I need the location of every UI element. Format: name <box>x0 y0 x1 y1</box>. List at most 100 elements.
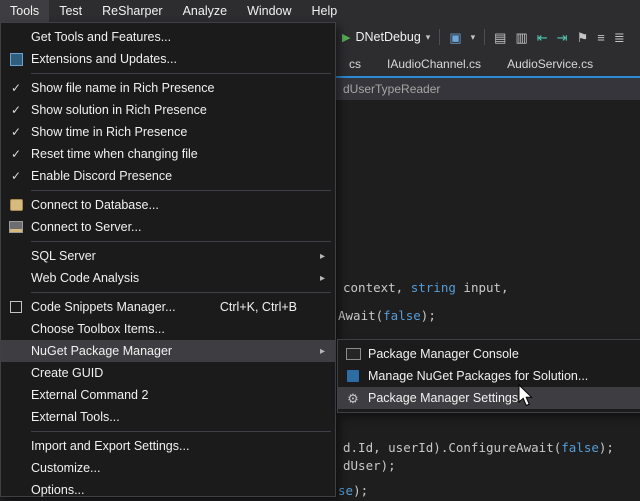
chevron-down-icon[interactable]: ▾ <box>471 32 476 43</box>
code-line: Await(false); <box>338 308 436 323</box>
menu-item-sql-server[interactable]: SQL Server ▸ <box>1 245 335 267</box>
menu-item-label: Extensions and Updates... <box>31 52 177 66</box>
nuget-submenu: Package Manager Console Manage NuGet Pac… <box>337 339 640 413</box>
snippets-icon <box>10 301 22 313</box>
menu-item-label: Show solution in Rich Presence <box>31 103 207 117</box>
menu-item-label: Choose Toolbox Items... <box>31 322 165 336</box>
menu-item-show-file-name[interactable]: ✓ Show file name in Rich Presence <box>1 77 335 99</box>
menu-item-label: External Command 2 <box>31 388 148 402</box>
code-line: d.Id, userId).ConfigureAwait(false); <box>343 440 614 455</box>
submenu-item-package-manager-settings[interactable]: ⚙ Package Manager Settings <box>338 387 640 409</box>
menu-item-label: Connect to Server... <box>31 220 141 234</box>
play-icon: ▶ <box>342 31 350 44</box>
menu-item-import-export-settings[interactable]: Import and Export Settings... <box>1 435 335 457</box>
menu-gutter <box>1 53 31 66</box>
menu-item-label: Create GUID <box>31 366 103 380</box>
menu-item-label: Enable Discord Presence <box>31 169 172 183</box>
checkmark-icon: ✓ <box>1 169 31 183</box>
toolbar: ▶ DNetDebug ▾ ▣ ▾ ▤ ▥ ⇤ ⇥ ⚑ ≡ ≣ <box>336 22 640 52</box>
tab-strip: cs IAudioChannel.cs AudioService.cs <box>336 52 640 78</box>
menu-separator <box>31 73 331 74</box>
extensions-icon <box>10 53 23 66</box>
code-line: context, string input, <box>343 280 509 295</box>
menu-item-code-snippets-manager[interactable]: Code Snippets Manager... Ctrl+K, Ctrl+B <box>1 296 335 318</box>
editor-pane: ▶ DNetDebug ▾ ▣ ▾ ▤ ▥ ⇤ ⇥ ⚑ ≡ ≣ cs IAudi… <box>336 22 640 497</box>
code-line: dUser); <box>343 458 396 473</box>
menu-item-label: Web Code Analysis <box>31 271 139 285</box>
task-list-icon[interactable]: ≡ <box>597 31 605 44</box>
menu-item-enable-discord-presence[interactable]: ✓ Enable Discord Presence <box>1 165 335 187</box>
copy-file-icon[interactable]: ▤ <box>494 31 506 44</box>
menu-gutter <box>338 348 368 360</box>
menubar: Tools Test ReSharper Analyze Window Help <box>0 0 640 22</box>
menubar-item-test[interactable]: Test <box>49 0 92 22</box>
menu-item-connect-to-server[interactable]: Connect to Server... <box>1 216 335 238</box>
code-line: se); <box>338 483 368 498</box>
error-list-icon[interactable]: ≣ <box>614 31 625 44</box>
submenu-item-package-manager-console[interactable]: Package Manager Console <box>338 343 640 365</box>
menu-item-label: External Tools... <box>31 410 120 424</box>
tab-audioservice[interactable]: AudioService.cs <box>494 52 606 76</box>
menubar-item-tools[interactable]: Tools <box>0 0 49 22</box>
menu-item-reset-time[interactable]: ✓ Reset time when changing file <box>1 143 335 165</box>
indent-out-icon[interactable]: ⇤ <box>537 31 548 44</box>
menu-separator <box>31 190 331 191</box>
database-icon <box>10 199 23 211</box>
gear-icon: ⚙ <box>347 392 359 405</box>
save-all-icon[interactable]: ▥ <box>515 31 527 44</box>
menu-gutter <box>1 199 31 211</box>
menu-item-web-code-analysis[interactable]: Web Code Analysis ▸ <box>1 267 335 289</box>
tab-iaudiochannel[interactable]: IAudioChannel.cs <box>374 52 494 76</box>
menu-item-label: Import and Export Settings... <box>31 439 189 453</box>
menu-item-create-guid[interactable]: Create GUID <box>1 362 335 384</box>
submenu-item-manage-nuget-packages[interactable]: Manage NuGet Packages for Solution... <box>338 365 640 387</box>
indent-in-icon[interactable]: ⇥ <box>557 31 568 44</box>
menu-gutter <box>338 370 368 382</box>
menu-item-label: NuGet Package Manager <box>31 344 172 358</box>
menu-item-label: Customize... <box>31 461 100 475</box>
menu-item-label: Show time in Rich Presence <box>31 125 187 139</box>
toolbar-separator <box>439 29 440 45</box>
menu-item-extensions-and-updates[interactable]: Extensions and Updates... <box>1 48 335 70</box>
attach-icon[interactable]: ▣ <box>449 31 461 44</box>
navigation-bar[interactable]: dUserTypeReader <box>336 78 640 100</box>
packages-icon <box>347 370 359 382</box>
menu-item-shortcut: Ctrl+K, Ctrl+B <box>220 300 335 314</box>
menu-item-external-command-2[interactable]: External Command 2 <box>1 384 335 406</box>
menubar-item-window[interactable]: Window <box>237 0 301 22</box>
menu-item-connect-to-database[interactable]: Connect to Database... <box>1 194 335 216</box>
menu-item-customize[interactable]: Customize... <box>1 457 335 479</box>
checkmark-icon: ✓ <box>1 147 31 161</box>
menu-item-get-tools-and-features[interactable]: Get Tools and Features... <box>1 26 335 48</box>
menu-item-label: Package Manager Settings <box>368 391 518 405</box>
toolbar-separator <box>484 29 485 45</box>
menu-item-options[interactable]: Options... <box>1 479 335 501</box>
menubar-item-resharper[interactable]: ReSharper <box>92 0 172 22</box>
menu-item-show-time[interactable]: ✓ Show time in Rich Presence <box>1 121 335 143</box>
console-icon <box>346 348 361 360</box>
chevron-down-icon: ▾ <box>426 32 431 43</box>
menu-item-external-tools[interactable]: External Tools... <box>1 406 335 428</box>
code-editor[interactable]: context, string input, Await(false); d.I… <box>336 100 640 497</box>
menu-item-nuget-package-manager[interactable]: NuGet Package Manager ▸ <box>1 340 335 362</box>
menu-item-label: Connect to Database... <box>31 198 159 212</box>
menu-separator <box>31 241 331 242</box>
menu-item-show-solution[interactable]: ✓ Show solution in Rich Presence <box>1 99 335 121</box>
menu-item-label: SQL Server <box>31 249 96 263</box>
bookmark-icon[interactable]: ⚑ <box>577 31 589 44</box>
submenu-arrow-icon: ▸ <box>320 273 325 284</box>
menu-separator <box>31 292 331 293</box>
menu-item-label: Package Manager Console <box>368 347 519 361</box>
tab-partial-cs[interactable]: cs <box>336 52 374 76</box>
menubar-item-help[interactable]: Help <box>302 0 348 22</box>
run-button[interactable]: ▶ DNetDebug ▾ <box>342 30 430 44</box>
menu-item-label: Show file name in Rich Presence <box>31 81 214 95</box>
checkmark-icon: ✓ <box>1 103 31 117</box>
menu-item-label: Options... <box>31 483 85 497</box>
menu-separator <box>31 431 331 432</box>
submenu-arrow-icon: ▸ <box>320 346 325 357</box>
menubar-item-analyze[interactable]: Analyze <box>173 0 237 22</box>
checkmark-icon: ✓ <box>1 81 31 95</box>
menu-item-choose-toolbox-items[interactable]: Choose Toolbox Items... <box>1 318 335 340</box>
menu-item-label: Manage NuGet Packages for Solution... <box>368 369 588 383</box>
